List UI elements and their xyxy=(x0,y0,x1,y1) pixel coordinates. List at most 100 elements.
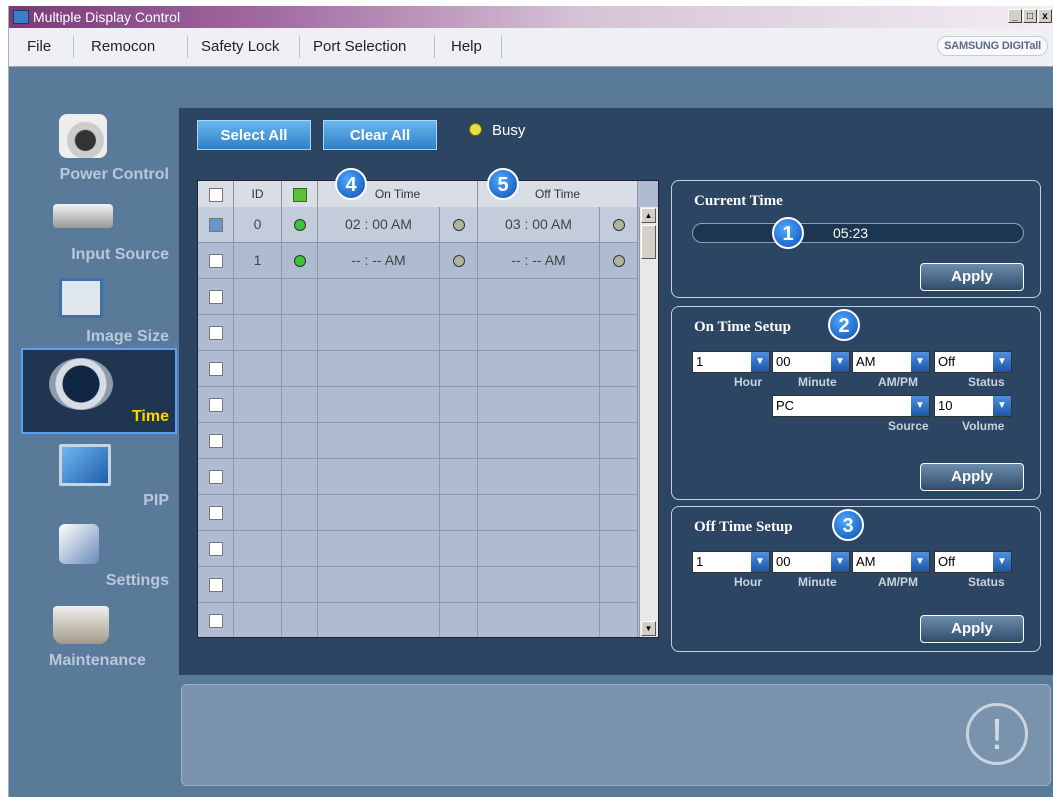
on-volume-value: 10 xyxy=(938,398,953,413)
table-row[interactable]: 1 -- : -- AM -- : -- AM xyxy=(198,243,638,279)
row-checkbox-cell[interactable] xyxy=(198,243,234,278)
row-checkbox-cell[interactable] xyxy=(198,279,234,314)
sidebar-item-label: Settings xyxy=(105,572,169,589)
sidebar-item-time[interactable]: Time xyxy=(9,352,179,432)
on-status-select[interactable]: Off ▼ xyxy=(934,351,1012,373)
empty-cell xyxy=(234,567,282,602)
table-row[interactable] xyxy=(198,423,638,459)
on-time-apply-button[interactable]: Apply xyxy=(920,463,1024,491)
off-status-select[interactable]: Off ▼ xyxy=(934,551,1012,573)
ampm-label: AM/PM xyxy=(878,375,918,389)
maintenance-icon xyxy=(53,606,109,644)
empty-cell xyxy=(478,459,600,494)
row-checkbox[interactable] xyxy=(208,470,223,485)
current-time-apply-button[interactable]: Apply xyxy=(920,263,1024,291)
row-checkbox-cell[interactable] xyxy=(198,207,234,242)
empty-cell xyxy=(440,459,478,494)
off-time-led-icon xyxy=(612,255,625,268)
table-row[interactable] xyxy=(198,315,638,351)
row-checkbox-cell[interactable] xyxy=(198,423,234,458)
select-all-button[interactable]: Select All xyxy=(197,120,311,150)
empty-cell xyxy=(600,567,638,602)
row-checkbox[interactable] xyxy=(208,362,223,377)
empty-cell xyxy=(600,495,638,530)
on-hour-select[interactable]: 1 ▼ xyxy=(692,351,770,373)
sidebar-item-input-source[interactable]: Input Source xyxy=(9,198,179,278)
empty-cell xyxy=(440,279,478,314)
table-row[interactable] xyxy=(198,531,638,567)
table-row[interactable] xyxy=(198,387,638,423)
menu-separator xyxy=(187,36,188,58)
samsung-logo: SAMSUNG DIGITall xyxy=(937,36,1048,56)
empty-cell xyxy=(282,531,318,566)
menu-safety-lock[interactable]: Safety Lock xyxy=(191,28,289,66)
menu-remocon[interactable]: Remocon xyxy=(81,28,165,66)
grid-scrollbar[interactable]: ▲ ▼ xyxy=(639,207,658,637)
row-checkbox-cell[interactable] xyxy=(198,531,234,566)
sidebar-item-power-control[interactable]: Power Control xyxy=(9,114,179,194)
off-ampm-select[interactable]: AM ▼ xyxy=(852,551,930,573)
scroll-thumb[interactable] xyxy=(641,225,656,259)
table-row[interactable]: 0 02 : 00 AM 03 : 00 AM xyxy=(198,207,638,243)
on-volume-select[interactable]: 10 ▼ xyxy=(934,395,1012,417)
off-time-apply-button[interactable]: Apply xyxy=(920,615,1024,643)
on-ampm-select[interactable]: AM ▼ xyxy=(852,351,930,373)
row-checkbox-cell[interactable] xyxy=(198,495,234,530)
empty-cell xyxy=(600,459,638,494)
minimize-button[interactable]: _ xyxy=(1008,9,1022,23)
row-checkbox[interactable] xyxy=(208,326,223,341)
chevron-down-icon: ▼ xyxy=(831,352,849,372)
row-checkbox-cell[interactable] xyxy=(198,315,234,350)
row-checkbox[interactable] xyxy=(208,398,223,413)
sidebar-item-pip[interactable]: PIP xyxy=(9,444,179,524)
scroll-down-button[interactable]: ▼ xyxy=(641,621,656,636)
row-checkbox-cell[interactable] xyxy=(198,459,234,494)
chevron-down-icon: ▼ xyxy=(751,352,769,372)
off-hour-select[interactable]: 1 ▼ xyxy=(692,551,770,573)
empty-cell xyxy=(234,495,282,530)
menu-help[interactable]: Help xyxy=(441,28,492,66)
close-button[interactable]: x xyxy=(1038,9,1052,23)
callout-3-icon: 3 xyxy=(832,509,864,541)
empty-cell xyxy=(440,531,478,566)
row-off-time: -- : -- AM xyxy=(478,243,600,278)
chevron-down-icon: ▼ xyxy=(911,552,929,572)
status-led-icon xyxy=(293,219,306,232)
header-checkbox[interactable] xyxy=(198,181,234,207)
sidebar-item-maintenance[interactable]: Maintenance xyxy=(9,606,179,686)
table-row[interactable] xyxy=(198,567,638,603)
row-checkbox[interactable] xyxy=(208,254,223,269)
off-minute-select[interactable]: 00 ▼ xyxy=(772,551,850,573)
empty-cell xyxy=(234,531,282,566)
row-checkbox-cell[interactable] xyxy=(198,603,234,637)
table-row[interactable] xyxy=(198,495,638,531)
row-status xyxy=(282,207,318,242)
select-all-checkbox[interactable] xyxy=(208,187,223,202)
menu-file[interactable]: File xyxy=(17,28,61,66)
table-row[interactable] xyxy=(198,279,638,315)
empty-cell xyxy=(234,603,282,637)
table-row[interactable] xyxy=(198,603,638,637)
row-checkbox[interactable] xyxy=(208,614,223,629)
menu-port-selection[interactable]: Port Selection xyxy=(303,28,416,66)
row-checkbox-cell[interactable] xyxy=(198,567,234,602)
maximize-button[interactable]: □ xyxy=(1023,9,1037,23)
row-checkbox[interactable] xyxy=(208,434,223,449)
row-checkbox[interactable] xyxy=(208,506,223,521)
row-on-time: -- : -- AM xyxy=(318,243,440,278)
row-checkbox-cell[interactable] xyxy=(198,351,234,386)
scroll-up-button[interactable]: ▲ xyxy=(641,208,656,223)
current-time-display: 05:23 xyxy=(692,223,1024,243)
sidebar-item-settings[interactable]: Settings xyxy=(9,524,179,604)
table-row[interactable] xyxy=(198,351,638,387)
row-checkbox[interactable] xyxy=(208,218,223,233)
on-minute-select[interactable]: 00 ▼ xyxy=(772,351,850,373)
row-checkbox[interactable] xyxy=(208,578,223,593)
table-row[interactable] xyxy=(198,459,638,495)
sidebar-item-image-size[interactable]: Image Size xyxy=(9,278,179,358)
row-checkbox-cell[interactable] xyxy=(198,387,234,422)
row-checkbox[interactable] xyxy=(208,290,223,305)
on-source-select[interactable]: PC ▼ xyxy=(772,395,930,417)
clear-all-button[interactable]: Clear All xyxy=(323,120,437,150)
row-checkbox[interactable] xyxy=(208,542,223,557)
